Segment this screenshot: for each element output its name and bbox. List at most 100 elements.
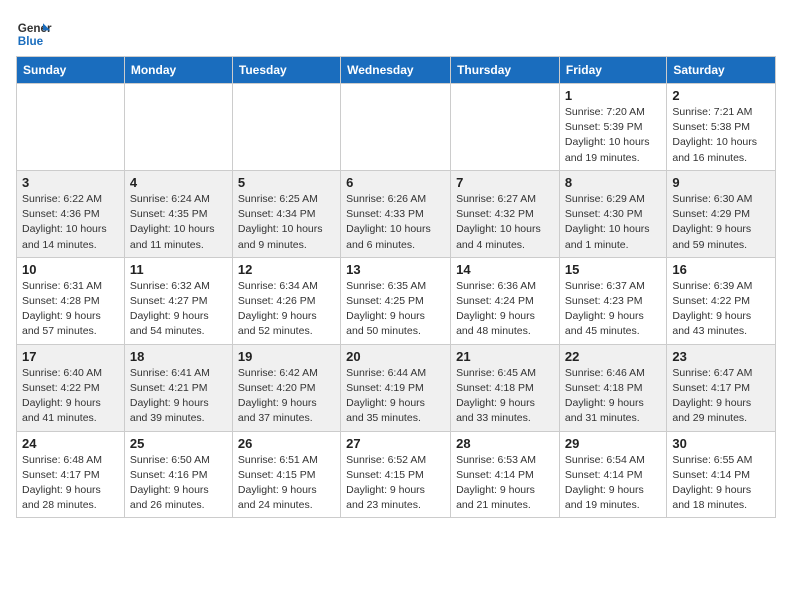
day-number: 1 xyxy=(565,88,661,103)
day-cell: 15 Sunrise: 6:37 AM Sunset: 4:23 PM Dayli… xyxy=(559,257,666,344)
day-cell: 1 Sunrise: 7:20 AM Sunset: 5:39 PM Daylig… xyxy=(559,84,666,171)
day-cell xyxy=(341,84,451,171)
day-number: 16 xyxy=(672,262,770,277)
day-info: Sunrise: 6:50 AM Sunset: 4:16 PM Dayligh… xyxy=(130,453,227,514)
calendar-table: SundayMondayTuesdayWednesdayThursdayFrid… xyxy=(16,56,776,518)
day-cell: 22 Sunrise: 6:46 AM Sunset: 4:18 PM Dayli… xyxy=(559,344,666,431)
day-info: Sunrise: 6:54 AM Sunset: 4:14 PM Dayligh… xyxy=(565,453,661,514)
day-info: Sunrise: 6:45 AM Sunset: 4:18 PM Dayligh… xyxy=(456,366,554,427)
day-info: Sunrise: 6:55 AM Sunset: 4:14 PM Dayligh… xyxy=(672,453,770,514)
week-row-1: 3 Sunrise: 6:22 AM Sunset: 4:36 PM Daylig… xyxy=(17,170,776,257)
header: General Blue xyxy=(16,16,776,52)
day-cell: 14 Sunrise: 6:36 AM Sunset: 4:24 PM Dayli… xyxy=(451,257,560,344)
day-cell: 26Sunrise: 6:51 AM Sunset: 4:15 PM Dayli… xyxy=(232,431,340,518)
day-info: Sunrise: 6:37 AM Sunset: 4:23 PM Dayligh… xyxy=(565,279,661,340)
week-row-4: 24 Sunrise: 6:48 AM Sunset: 4:17 PM Dayli… xyxy=(17,431,776,518)
weekday-header-monday: Monday xyxy=(124,57,232,84)
logo-icon: General Blue xyxy=(16,16,52,52)
day-cell: 29 Sunrise: 6:54 AM Sunset: 4:14 PM Dayli… xyxy=(559,431,666,518)
weekday-header-thursday: Thursday xyxy=(451,57,560,84)
day-cell: 6Sunrise: 6:26 AM Sunset: 4:33 PM Daylig… xyxy=(341,170,451,257)
day-info: Sunrise: 6:47 AM Sunset: 4:17 PM Dayligh… xyxy=(672,366,770,427)
day-number: 18 xyxy=(130,349,227,364)
day-number: 17 xyxy=(22,349,119,364)
weekday-header-tuesday: Tuesday xyxy=(232,57,340,84)
day-cell: 20 Sunrise: 6:44 AM Sunset: 4:19 PM Dayli… xyxy=(341,344,451,431)
day-cell: 17Sunrise: 6:40 AM Sunset: 4:22 PM Dayli… xyxy=(17,344,125,431)
day-info: Sunrise: 6:39 AM Sunset: 4:22 PM Dayligh… xyxy=(672,279,770,340)
svg-text:Blue: Blue xyxy=(18,35,44,48)
day-number: 29 xyxy=(565,436,661,451)
day-info: Sunrise: 7:21 AM Sunset: 5:38 PM Dayligh… xyxy=(672,105,770,166)
day-number: 7 xyxy=(456,175,554,190)
day-cell: 4 Sunrise: 6:24 AM Sunset: 4:35 PM Daylig… xyxy=(124,170,232,257)
day-number: 22 xyxy=(565,349,661,364)
day-number: 24 xyxy=(22,436,119,451)
day-number: 5 xyxy=(238,175,335,190)
day-number: 27 xyxy=(346,436,445,451)
week-row-0: 1 Sunrise: 7:20 AM Sunset: 5:39 PM Daylig… xyxy=(17,84,776,171)
day-info: Sunrise: 6:46 AM Sunset: 4:18 PM Dayligh… xyxy=(565,366,661,427)
weekday-header-sunday: Sunday xyxy=(17,57,125,84)
week-row-3: 17Sunrise: 6:40 AM Sunset: 4:22 PM Dayli… xyxy=(17,344,776,431)
day-number: 3 xyxy=(22,175,119,190)
day-cell: 13 Sunrise: 6:35 AM Sunset: 4:25 PM Dayli… xyxy=(341,257,451,344)
day-number: 9 xyxy=(672,175,770,190)
day-info: Sunrise: 6:52 AM Sunset: 4:15 PM Dayligh… xyxy=(346,453,445,514)
day-info: Sunrise: 6:34 AM Sunset: 4:26 PM Dayligh… xyxy=(238,279,335,340)
day-info: Sunrise: 6:24 AM Sunset: 4:35 PM Dayligh… xyxy=(130,192,227,253)
day-info: Sunrise: 6:32 AM Sunset: 4:27 PM Dayligh… xyxy=(130,279,227,340)
day-cell: 24 Sunrise: 6:48 AM Sunset: 4:17 PM Dayli… xyxy=(17,431,125,518)
day-cell: 8Sunrise: 6:29 AM Sunset: 4:30 PM Daylig… xyxy=(559,170,666,257)
day-info: Sunrise: 6:41 AM Sunset: 4:21 PM Dayligh… xyxy=(130,366,227,427)
day-cell: 9 Sunrise: 6:30 AM Sunset: 4:29 PM Daylig… xyxy=(667,170,776,257)
day-info: Sunrise: 6:53 AM Sunset: 4:14 PM Dayligh… xyxy=(456,453,554,514)
day-cell: 19 Sunrise: 6:42 AM Sunset: 4:20 PM Dayli… xyxy=(232,344,340,431)
day-number: 4 xyxy=(130,175,227,190)
day-info: Sunrise: 6:30 AM Sunset: 4:29 PM Dayligh… xyxy=(672,192,770,253)
day-cell: 5 Sunrise: 6:25 AM Sunset: 4:34 PM Daylig… xyxy=(232,170,340,257)
day-number: 30 xyxy=(672,436,770,451)
day-number: 12 xyxy=(238,262,335,277)
day-cell xyxy=(451,84,560,171)
day-info: Sunrise: 6:35 AM Sunset: 4:25 PM Dayligh… xyxy=(346,279,445,340)
day-number: 19 xyxy=(238,349,335,364)
day-number: 10 xyxy=(22,262,119,277)
day-number: 25 xyxy=(130,436,227,451)
day-number: 14 xyxy=(456,262,554,277)
day-cell: 2Sunrise: 7:21 AM Sunset: 5:38 PM Daylig… xyxy=(667,84,776,171)
day-cell: 27 Sunrise: 6:52 AM Sunset: 4:15 PM Dayli… xyxy=(341,431,451,518)
day-cell: 21 Sunrise: 6:45 AM Sunset: 4:18 PM Dayli… xyxy=(451,344,560,431)
day-cell: 11Sunrise: 6:32 AM Sunset: 4:27 PM Dayli… xyxy=(124,257,232,344)
day-info: Sunrise: 7:20 AM Sunset: 5:39 PM Dayligh… xyxy=(565,105,661,166)
day-cell: 10Sunrise: 6:31 AM Sunset: 4:28 PM Dayli… xyxy=(17,257,125,344)
day-number: 28 xyxy=(456,436,554,451)
day-number: 21 xyxy=(456,349,554,364)
day-cell xyxy=(17,84,125,171)
week-row-2: 10Sunrise: 6:31 AM Sunset: 4:28 PM Dayli… xyxy=(17,257,776,344)
day-info: Sunrise: 6:25 AM Sunset: 4:34 PM Dayligh… xyxy=(238,192,335,253)
day-info: Sunrise: 6:51 AM Sunset: 4:15 PM Dayligh… xyxy=(238,453,335,514)
day-cell: 7 Sunrise: 6:27 AM Sunset: 4:32 PM Daylig… xyxy=(451,170,560,257)
day-number: 20 xyxy=(346,349,445,364)
day-cell: 12 Sunrise: 6:34 AM Sunset: 4:26 PM Dayli… xyxy=(232,257,340,344)
day-cell: 16 Sunrise: 6:39 AM Sunset: 4:22 PM Dayli… xyxy=(667,257,776,344)
day-cell xyxy=(232,84,340,171)
day-info: Sunrise: 6:27 AM Sunset: 4:32 PM Dayligh… xyxy=(456,192,554,253)
day-info: Sunrise: 6:22 AM Sunset: 4:36 PM Dayligh… xyxy=(22,192,119,253)
day-number: 8 xyxy=(565,175,661,190)
day-info: Sunrise: 6:36 AM Sunset: 4:24 PM Dayligh… xyxy=(456,279,554,340)
day-cell: 18 Sunrise: 6:41 AM Sunset: 4:21 PM Dayli… xyxy=(124,344,232,431)
day-number: 13 xyxy=(346,262,445,277)
day-cell: 25 Sunrise: 6:50 AM Sunset: 4:16 PM Dayli… xyxy=(124,431,232,518)
day-number: 6 xyxy=(346,175,445,190)
day-number: 15 xyxy=(565,262,661,277)
weekday-header-wednesday: Wednesday xyxy=(341,57,451,84)
day-cell: 23 Sunrise: 6:47 AM Sunset: 4:17 PM Dayli… xyxy=(667,344,776,431)
day-number: 23 xyxy=(672,349,770,364)
day-info: Sunrise: 6:44 AM Sunset: 4:19 PM Dayligh… xyxy=(346,366,445,427)
day-info: Sunrise: 6:42 AM Sunset: 4:20 PM Dayligh… xyxy=(238,366,335,427)
day-info: Sunrise: 6:48 AM Sunset: 4:17 PM Dayligh… xyxy=(22,453,119,514)
weekday-header-row: SundayMondayTuesdayWednesdayThursdayFrid… xyxy=(17,57,776,84)
day-cell: 28 Sunrise: 6:53 AM Sunset: 4:14 PM Dayli… xyxy=(451,431,560,518)
